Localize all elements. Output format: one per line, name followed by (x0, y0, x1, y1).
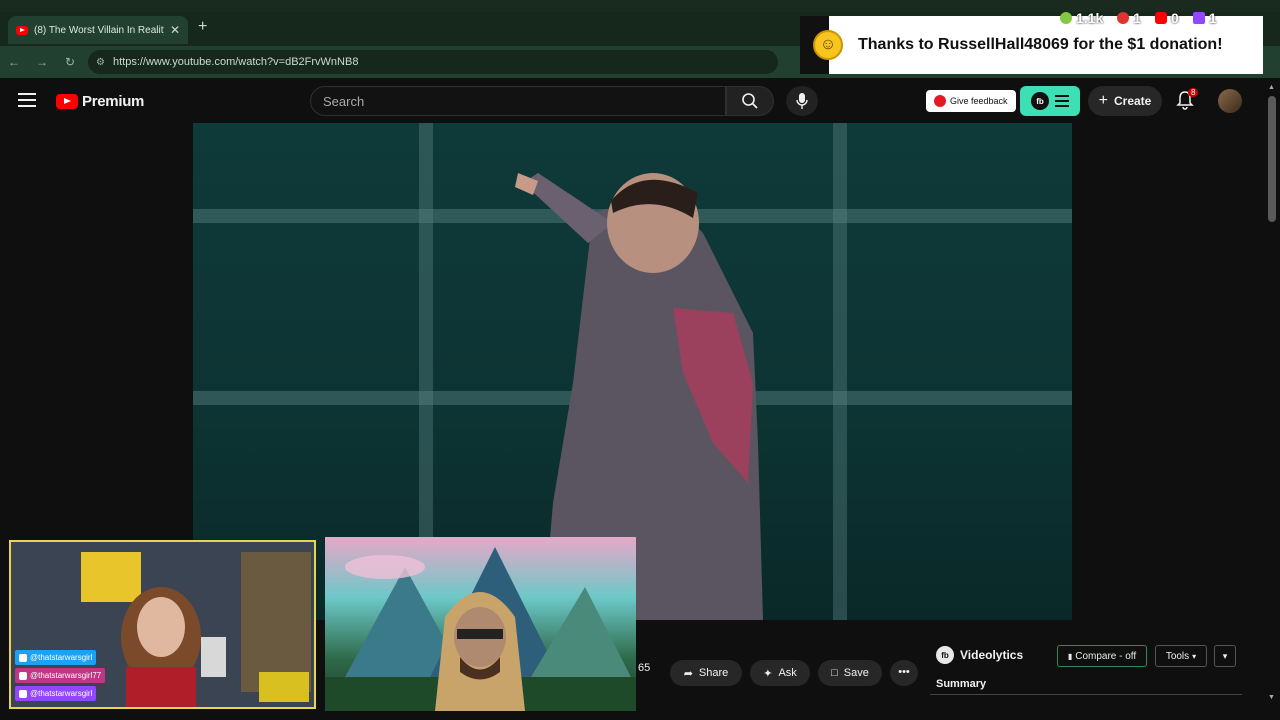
smiley-coin-icon: ☺ (813, 30, 843, 60)
youtube-stat: 0 (1155, 10, 1179, 26)
tab-title: (8) The Worst Villain In Reality T (34, 24, 164, 36)
instagram-icon (19, 671, 27, 680)
twitch-icon (19, 689, 27, 698)
notifications-button[interactable]: 8 (1176, 88, 1199, 112)
search-button[interactable] (726, 86, 774, 116)
twitch-count: 1 (1208, 10, 1217, 26)
share-icon: ➦ (683, 667, 693, 680)
feedback-logo-icon (934, 95, 946, 107)
youtube-icon (1155, 12, 1168, 24)
microphone-icon (796, 93, 808, 109)
premium-label: Premium (82, 93, 145, 110)
give-feedback-button[interactable]: Give feedback (926, 90, 1016, 112)
avatar[interactable] (1218, 89, 1242, 113)
share-label: Share (698, 667, 729, 679)
more-actions-button[interactable]: ••• (890, 660, 918, 686)
rumble-stat: 1.1k (1060, 10, 1103, 26)
twitch-handle-text: @thatstarwarsgirl (30, 689, 93, 698)
bookmark-icon: □ (831, 667, 838, 679)
plus-icon: + (1098, 92, 1108, 109)
forward-icon[interactable]: → (28, 55, 56, 69)
search-input[interactable]: Search (310, 86, 726, 116)
webcam-image-2 (325, 547, 636, 711)
videolytics-header: fb Videolytics (936, 646, 1023, 664)
kick-icon (1117, 12, 1130, 24)
url-text: https://www.youtube.com/watch?v=dB2FrvWn… (112, 56, 359, 68)
tools-label: Tools (1165, 650, 1190, 662)
hamburger-menu-icon[interactable] (18, 93, 36, 107)
extension-menu-button[interactable]: fb (1020, 86, 1080, 116)
reload-icon[interactable]: ↻ (56, 55, 84, 69)
share-button[interactable]: ➦ Share (670, 660, 742, 686)
compare-toggle-button[interactable]: ▮ Compare - off (1057, 645, 1147, 667)
like-count[interactable]: 65 (638, 662, 650, 674)
site-info-icon[interactable]: ⚙ (96, 57, 105, 68)
create-button[interactable]: + Create (1088, 86, 1162, 116)
rumble-icon (1060, 12, 1072, 24)
kick-count: 1 (1133, 10, 1142, 26)
back-icon[interactable]: ← (0, 55, 28, 69)
chevron-down-icon: ▾ (1192, 651, 1197, 661)
browser-tab[interactable]: (8) The Worst Villain In Reality T ✕ (8, 16, 188, 44)
videolytics-title: Videolytics (960, 648, 1024, 662)
divider (930, 694, 1242, 695)
donation-text: Thanks to RussellHall48069 for the $1 do… (858, 36, 1223, 53)
twitch-handle: @thatstarwarsgirl (15, 686, 97, 701)
youtube-favicon-icon (16, 25, 28, 35)
twitter-icon (19, 653, 27, 662)
youtube-logo-icon (56, 94, 78, 109)
kick-stat: 1 (1117, 10, 1141, 26)
instagram-handle-text: @thatstarwarsgirl77 (30, 671, 102, 680)
tools-dropdown[interactable]: Tools ▾ (1155, 645, 1207, 667)
webcam-streamer-1: @thatstarwarsgirl @thatstarwarsgirl77 @t… (9, 540, 316, 709)
twitter-handle: @thatstarwarsgirl (15, 650, 97, 665)
close-tab-icon[interactable]: ✕ (170, 23, 180, 37)
search-icon (742, 93, 758, 109)
extension-logo-icon: fb (1031, 92, 1049, 110)
create-label: Create (1113, 94, 1152, 108)
instagram-handle: @thatstarwarsgirl77 (15, 668, 106, 683)
chevron-down-icon: ▾ (1222, 650, 1228, 661)
new-tab-button[interactable]: + (198, 18, 207, 36)
give-feedback-label: Give feedback (950, 96, 1008, 106)
twitter-handle-text: @thatstarwarsgirl (30, 653, 93, 662)
compare-label: Compare - off (1075, 650, 1137, 662)
youtube-count: 0 (1171, 10, 1179, 26)
platform-viewer-stats: 1.1k 1 0 1 (1060, 10, 1217, 26)
videolytics-logo-icon: fb (936, 646, 954, 664)
scroll-up-icon[interactable]: ▲ (1268, 84, 1275, 91)
webcam-streamer-2 (325, 537, 636, 711)
twitch-stat: 1 (1192, 10, 1217, 26)
scrollbar-thumb[interactable] (1268, 96, 1276, 222)
voice-search-button[interactable] (786, 86, 818, 116)
url-field[interactable]: ⚙ https://www.youtube.com/watch?v=dB2Frv… (88, 50, 778, 74)
rumble-count: 1.1k (1076, 10, 1104, 26)
collapse-panel-button[interactable]: ▾ (1214, 645, 1236, 667)
save-label: Save (843, 667, 869, 679)
ask-button[interactable]: ✦ Ask (750, 660, 810, 686)
summary-heading: Summary (936, 678, 987, 690)
ask-label: Ask (778, 667, 797, 679)
bar-chart-icon: ▮ (1067, 651, 1073, 661)
list-icon (1055, 95, 1069, 107)
scroll-down-icon[interactable]: ▼ (1268, 694, 1275, 701)
save-button[interactable]: □ Save (818, 660, 882, 686)
twitch-icon (1192, 12, 1205, 24)
sparkle-icon: ✦ (763, 667, 773, 680)
youtube-premium-logo[interactable]: Premium (56, 93, 144, 110)
